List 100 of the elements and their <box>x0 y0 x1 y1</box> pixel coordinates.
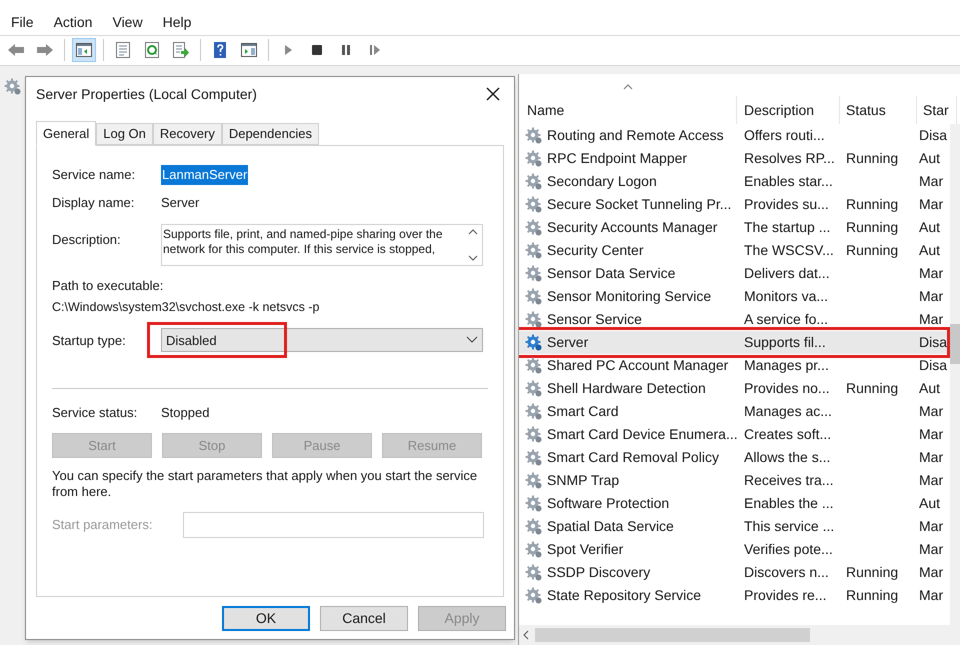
service-row[interactable]: Security Center The WSCSV... Running Aut <box>519 239 950 262</box>
service-row[interactable]: SNMP Trap Receives tra... Mar <box>519 469 950 492</box>
service-status: Running <box>846 150 898 166</box>
gear-icon <box>525 586 543 604</box>
dialog-title: Server Properties (Local Computer) <box>36 84 257 104</box>
service-row[interactable]: Smart Card Device Enumera... Creates soft... Mar <box>519 423 950 446</box>
service-name: Spatial Data Service <box>547 517 674 536</box>
tab[interactable]: General <box>36 121 96 146</box>
service-row[interactable]: Spot Verifier Verifies pote... Mar <box>519 538 950 561</box>
list-document-icon <box>114 41 132 60</box>
column-header[interactable]: Description <box>737 96 840 124</box>
service-description: Allows the s... <box>743 448 832 467</box>
gear-icon <box>525 402 543 420</box>
service-name-value: LanmanServer <box>161 165 248 185</box>
column-header[interactable]: Name <box>519 96 737 124</box>
service-description: Enables star... <box>743 172 834 191</box>
service-startup: Mar <box>918 471 944 490</box>
service-description: Creates soft... <box>743 425 832 444</box>
service-startup: Mar <box>918 287 944 306</box>
gear-icon <box>525 540 543 558</box>
vertical-scrollbar[interactable] <box>950 124 960 625</box>
menu-item[interactable]: Help <box>162 12 192 33</box>
tab[interactable]: Log On <box>96 123 153 145</box>
gear-icon <box>525 264 543 282</box>
menu-item[interactable]: View <box>112 12 143 33</box>
service-description: Verifies pote... <box>743 540 834 559</box>
service-status: Running <box>846 196 898 212</box>
service-row[interactable]: Sensor Data Service Delivers dat... Mar <box>519 262 950 285</box>
service-row[interactable]: Software Protection Enables the ... Aut <box>519 492 950 515</box>
gear-icon <box>525 356 543 374</box>
service-row[interactable]: State Repository Service Provides re... Running Mar <box>519 584 950 607</box>
menu-item[interactable]: Action <box>54 12 92 33</box>
gear-icon <box>525 310 543 328</box>
tab[interactable]: Dependencies <box>222 123 319 145</box>
service-name: Server <box>547 333 588 352</box>
service-row[interactable]: Smart Card Removal Policy Allows the s... Mar <box>519 446 950 469</box>
toolbar-button[interactable] <box>72 38 96 62</box>
service-startup: Disa <box>918 126 948 145</box>
service-description: Manages ac... <box>743 402 833 421</box>
service-startup: Disa <box>918 333 948 352</box>
field-label: Description: <box>52 231 122 249</box>
service-name: Routing and Remote Access <box>547 126 724 145</box>
service-row[interactable]: Secondary Logon Enables star... Mar <box>519 170 950 193</box>
service-name: Security Accounts Manager <box>547 218 718 237</box>
gear-icon <box>525 334 543 352</box>
service-row[interactable]: Shared PC Account Manager Manages pr... Disa <box>519 354 950 377</box>
horizontal-scrollbar[interactable] <box>519 625 960 645</box>
service-description: Receives tra... <box>743 471 834 490</box>
service-status: Running <box>846 380 898 396</box>
service-row[interactable]: Smart Card Manages ac... Mar <box>519 400 950 423</box>
service-description: Delivers dat... <box>743 264 831 283</box>
window-panel-icon <box>75 41 93 60</box>
service-name: Secondary Logon <box>547 172 657 191</box>
service-name: Sensor Data Service <box>547 264 676 283</box>
service-row[interactable]: RPC Endpoint Mapper Resolves RP... Running Aut <box>519 147 950 170</box>
gear-icon <box>525 518 543 536</box>
service-startup: Mar <box>918 402 944 421</box>
service-startup: Mar <box>918 563 944 582</box>
service-row[interactable]: Security Accounts Manager The startup ... Running Aut <box>519 216 950 239</box>
column-header[interactable]: Status <box>840 96 917 124</box>
service-description: Provides su... <box>743 195 830 214</box>
service-startup: Mar <box>918 540 944 559</box>
service-row[interactable]: Routing and Remote Access Offers routi... Disa <box>519 124 950 147</box>
description-box[interactable]: Supports file, print, and named-pipe sharing over the network for this computer. If this service is stopped, <box>161 224 483 266</box>
service-startup: Mar <box>918 195 944 214</box>
gear-icon <box>4 78 22 96</box>
service-row[interactable]: Spatial Data Service This service ... Mar <box>519 515 950 538</box>
service-description: The WSCSV... <box>743 241 835 260</box>
service-name: State Repository Service <box>547 586 702 605</box>
chevron-down-icon <box>466 336 478 344</box>
service-status: Running <box>846 242 898 258</box>
service-row[interactable]: Shell Hardware Detection Provides no... Running Aut <box>519 377 950 400</box>
gear-icon <box>525 564 543 582</box>
dialog-button[interactable]: OK <box>222 606 310 630</box>
dialog-button[interactable]: Cancel <box>320 606 408 630</box>
service-name: Shared PC Account Manager <box>547 356 728 375</box>
service-name: Smart Card Device Enumera... <box>547 425 738 444</box>
startup-type-dropdown[interactable]: Disabled <box>161 328 483 352</box>
sort-caret-icon <box>623 84 633 90</box>
service-description: The startup ... <box>743 218 832 237</box>
service-startup: Mar <box>918 517 944 536</box>
service-description: This service ... <box>743 517 836 536</box>
service-name: Spot Verifier <box>547 540 624 559</box>
service-startup: Mar <box>918 310 944 329</box>
display-name-value: Server <box>161 194 200 212</box>
service-row[interactable]: Sensor Monitoring Service Monitors va... Mar <box>519 285 950 308</box>
gear-icon <box>525 380 543 398</box>
tab[interactable]: Recovery <box>152 123 222 145</box>
hint-text: You can specify the start parameters that apply when you start the service from here. <box>52 468 478 500</box>
gear-icon <box>525 126 543 144</box>
gear-icon <box>525 494 543 512</box>
service-row[interactable]: Secure Socket Tunneling Pr... Provides su... Running Mar <box>519 193 950 216</box>
service-row[interactable]: SSDP Discovery Discovers n... Running Mar <box>519 561 950 584</box>
gear-icon <box>525 150 543 168</box>
service-row[interactable]: Sensor Service A service fo... Mar <box>519 308 950 331</box>
gear-icon <box>525 218 543 236</box>
field-label: Start parameters: <box>52 516 154 534</box>
menu-item[interactable]: File <box>11 12 34 33</box>
gear-icon <box>525 472 543 490</box>
service-startup: Mar <box>918 172 944 191</box>
